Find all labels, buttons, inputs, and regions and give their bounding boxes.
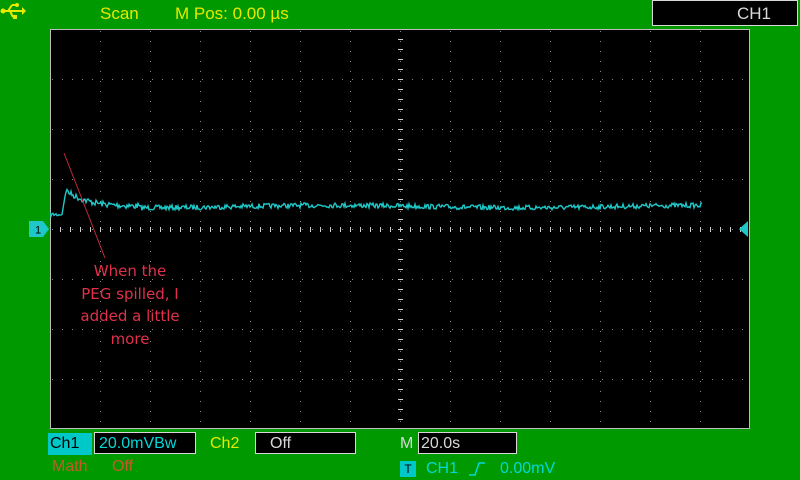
trigger-badge: T — [400, 461, 416, 477]
usb-icon — [0, 3, 26, 19]
channel-selector[interactable]: CH1 — [652, 0, 798, 26]
annotation-line: PEG spilled, I — [81, 284, 179, 303]
trigger-level-arrow-icon — [739, 221, 748, 237]
top-status-bar: Scan M Pos: 0.00 µs CH1 — [0, 0, 800, 28]
trigger-source: CH1 — [426, 460, 459, 477]
ch1-waveform-trace — [50, 187, 703, 219]
bottom-info-bar: Ch1 20.0mVBw Ch2 Off M 20.0s Math Off T … — [0, 430, 800, 480]
annotation-arrow — [63, 152, 106, 259]
svg-text:1: 1 — [35, 225, 41, 237]
annotation-note: When the PEG spilled, I added a little m… — [70, 260, 190, 350]
ch1-label[interactable]: Ch1 — [48, 433, 92, 455]
annotation-line: more — [110, 329, 150, 348]
waveform-display — [50, 29, 750, 429]
acquisition-status: Scan — [100, 4, 139, 23]
trigger-level: 0.00mV — [500, 460, 556, 477]
math-state: Off — [112, 458, 134, 475]
annotation-line: added a little — [80, 307, 180, 325]
timebase-value: 20.0s — [418, 432, 517, 454]
graticule — [50, 29, 750, 429]
horizontal-position: M Pos: 0.00 µs — [175, 4, 289, 23]
rising-edge-icon — [469, 462, 485, 476]
channel-selector-label: CH1 — [736, 4, 771, 23]
channel-ground-marker-icon: 1 — [29, 221, 49, 237]
ch2-state: Off — [255, 432, 356, 454]
annotation-line: When the — [93, 262, 167, 280]
ch2-label[interactable]: Ch2 — [206, 433, 243, 455]
center-axis-ticks — [50, 29, 741, 420]
ch1-scale: 20.0mVBw — [94, 432, 196, 454]
timebase-label: M — [400, 435, 414, 452]
math-label[interactable]: Math — [48, 456, 92, 478]
